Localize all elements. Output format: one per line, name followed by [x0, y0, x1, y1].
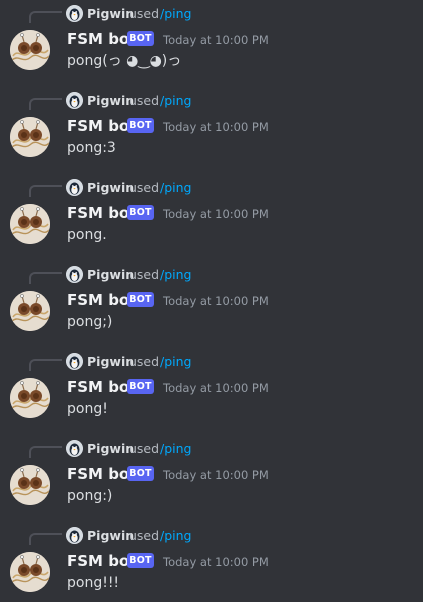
- command-used-label: used: [129, 6, 160, 21]
- bot-badge: BOT: [127, 553, 154, 568]
- message-content: pong!: [67, 401, 108, 417]
- author-name[interactable]: FSM bot: [67, 464, 136, 484]
- author-name[interactable]: FSM bot: [67, 290, 136, 310]
- command-user-name[interactable]: Pigwin: [87, 6, 134, 22]
- penguin-avatar-icon[interactable]: [66, 92, 83, 109]
- message: Pigwin used /ping FSM bot BOT Today at 1…: [0, 0, 423, 80]
- bot-avatar[interactable]: [10, 291, 50, 331]
- command-used-label: used: [129, 528, 160, 543]
- message-content: pong;): [67, 314, 113, 330]
- command-used-label: used: [129, 441, 160, 456]
- bot-avatar[interactable]: [10, 117, 50, 157]
- command-name-link[interactable]: /ping: [160, 528, 191, 544]
- bot-badge: BOT: [127, 379, 154, 394]
- reply-connector: [29, 272, 62, 284]
- timestamp[interactable]: Today at 10:00 PM: [163, 119, 269, 135]
- timestamp[interactable]: Today at 10:00 PM: [163, 467, 269, 483]
- penguin-avatar-icon[interactable]: [66, 440, 83, 457]
- bot-badge: BOT: [127, 466, 154, 481]
- bot-avatar[interactable]: [10, 552, 50, 592]
- command-name-link[interactable]: /ping: [160, 6, 191, 22]
- message-content: pong:3: [67, 140, 116, 156]
- timestamp[interactable]: Today at 10:00 PM: [163, 32, 269, 48]
- command-name-link[interactable]: /ping: [160, 180, 191, 196]
- command-name-link[interactable]: /ping: [160, 93, 191, 109]
- message-content: pong(っ ◕‿◕)っ: [67, 53, 182, 69]
- message-content: pong!!!: [67, 575, 120, 591]
- message: Pigwin used /ping FSM bot BOT Today at 1…: [0, 522, 423, 602]
- author-name[interactable]: FSM bot: [67, 377, 136, 397]
- command-user-name[interactable]: Pigwin: [87, 267, 134, 283]
- reply-connector: [29, 98, 62, 110]
- reply-connector: [29, 359, 62, 371]
- penguin-avatar-icon[interactable]: [66, 179, 83, 196]
- bot-avatar[interactable]: [10, 465, 50, 505]
- bot-badge: BOT: [127, 118, 154, 133]
- bot-avatar[interactable]: [10, 204, 50, 244]
- command-user-name[interactable]: Pigwin: [87, 180, 134, 196]
- command-user-name[interactable]: Pigwin: [87, 354, 134, 370]
- command-used-label: used: [129, 180, 160, 195]
- bot-badge: BOT: [127, 292, 154, 307]
- reply-connector: [29, 11, 62, 23]
- command-used-label: used: [129, 267, 160, 282]
- message: Pigwin used /ping FSM bot BOT Today at 1…: [0, 348, 423, 428]
- command-user-name[interactable]: Pigwin: [87, 528, 134, 544]
- reply-connector: [29, 185, 62, 197]
- timestamp[interactable]: Today at 10:00 PM: [163, 554, 269, 570]
- penguin-avatar-icon[interactable]: [66, 5, 83, 22]
- command-user-name[interactable]: Pigwin: [87, 441, 134, 457]
- bot-avatar[interactable]: [10, 378, 50, 418]
- penguin-avatar-icon[interactable]: [66, 527, 83, 544]
- message-content: pong:): [67, 488, 113, 504]
- message: Pigwin used /ping FSM bot BOT Today at 1…: [0, 261, 423, 341]
- command-name-link[interactable]: /ping: [160, 441, 191, 457]
- message: Pigwin used /ping FSM bot BOT Today at 1…: [0, 174, 423, 254]
- bot-badge: BOT: [127, 31, 154, 46]
- command-user-name[interactable]: Pigwin: [87, 93, 134, 109]
- bot-badge: BOT: [127, 205, 154, 220]
- author-name[interactable]: FSM bot: [67, 116, 136, 136]
- reply-connector: [29, 533, 62, 545]
- reply-connector: [29, 446, 62, 458]
- message: Pigwin used /ping FSM bot BOT Today at 1…: [0, 435, 423, 515]
- command-name-link[interactable]: /ping: [160, 354, 191, 370]
- timestamp[interactable]: Today at 10:00 PM: [163, 380, 269, 396]
- message-content: pong.: [67, 227, 107, 243]
- timestamp[interactable]: Today at 10:00 PM: [163, 293, 269, 309]
- message: Pigwin used /ping FSM bot BOT Today at 1…: [0, 87, 423, 167]
- author-name[interactable]: FSM bot: [67, 203, 136, 223]
- chat-messages: Pigwin used /ping FSM bot BOT Today at 1…: [0, 0, 423, 600]
- command-used-label: used: [129, 354, 160, 369]
- author-name[interactable]: FSM bot: [67, 29, 136, 49]
- timestamp[interactable]: Today at 10:00 PM: [163, 206, 269, 222]
- command-used-label: used: [129, 93, 160, 108]
- bot-avatar[interactable]: [10, 30, 50, 70]
- penguin-avatar-icon[interactable]: [66, 266, 83, 283]
- author-name[interactable]: FSM bot: [67, 551, 136, 571]
- command-name-link[interactable]: /ping: [160, 267, 191, 283]
- penguin-avatar-icon[interactable]: [66, 353, 83, 370]
